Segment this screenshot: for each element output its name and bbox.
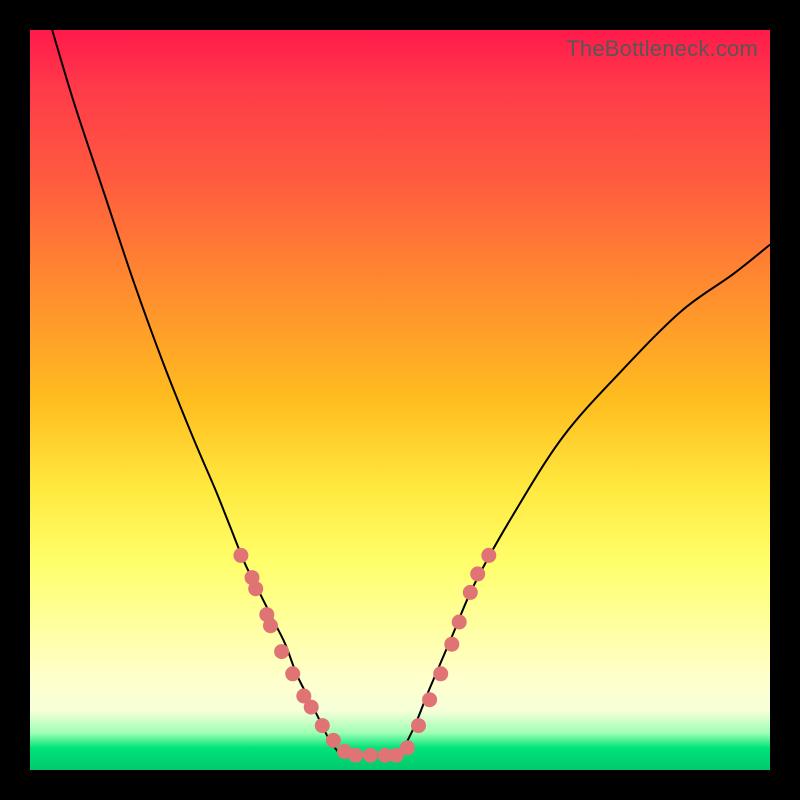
curve-right [400,245,770,756]
chart-svg [30,30,770,770]
plot-area: TheBottleneck.com [30,30,770,770]
marker-dot [263,618,278,633]
marker-dot [411,718,426,733]
marker-dots [233,548,496,763]
marker-dot [452,615,467,630]
marker-dot [248,581,263,596]
marker-dot [422,692,437,707]
curve-left [52,30,341,755]
marker-dot [400,740,415,755]
marker-dot [463,585,478,600]
marker-dot [433,666,448,681]
marker-dot [481,548,496,563]
marker-dot [348,748,363,763]
marker-dot [444,637,459,652]
marker-dot [304,700,319,715]
marker-dot [470,566,485,581]
marker-dot [233,548,248,563]
marker-dot [363,748,378,763]
marker-dot [274,644,289,659]
outer-frame: TheBottleneck.com [0,0,800,800]
marker-dot [285,666,300,681]
marker-dot [326,733,341,748]
marker-dot [315,718,330,733]
